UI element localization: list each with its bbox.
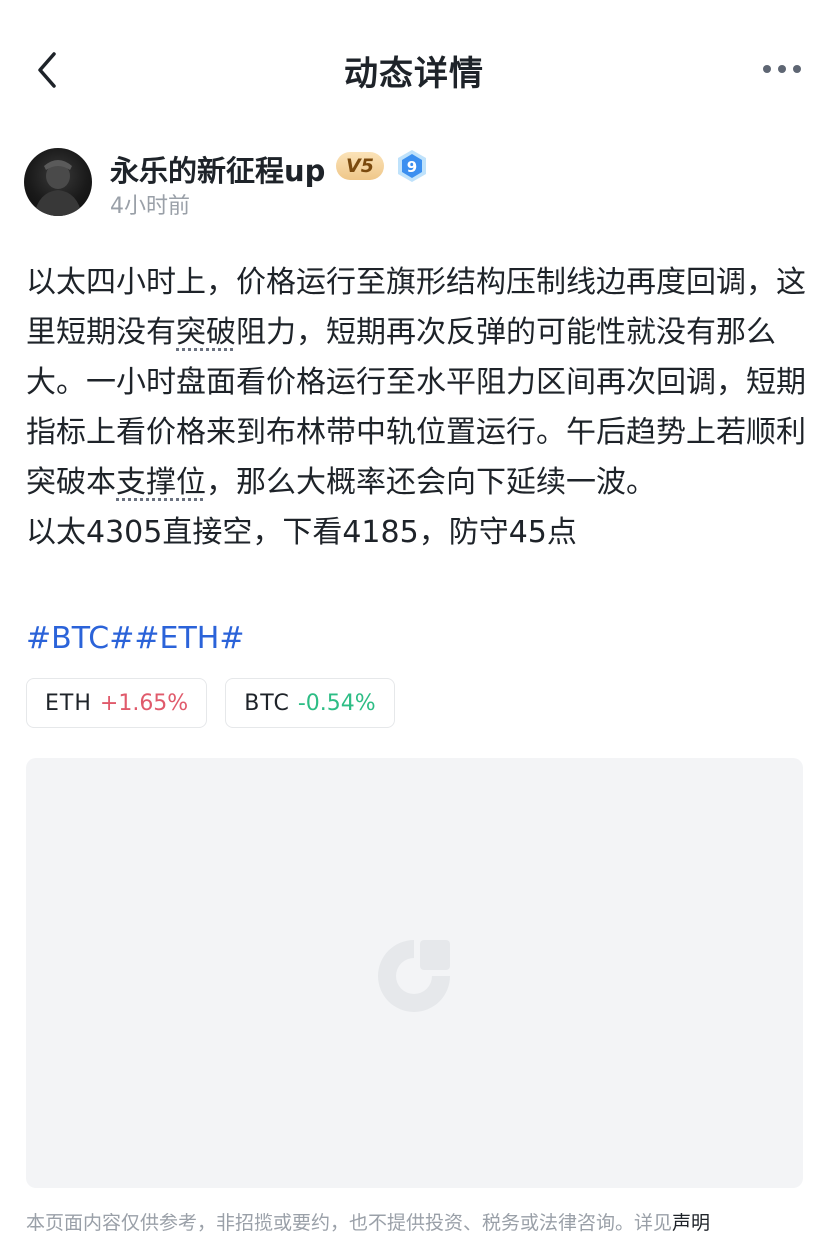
more-dots-icon [763,65,801,73]
coin-chip-eth[interactable]: ETH +1.65% [26,678,208,728]
disclaimer-text: 本页面内容仅供参考，非招揽或要约，也不提供投资、税务或法律咨询。详见 [26,1212,673,1234]
avatar-silhouette-icon [34,160,82,216]
author-name[interactable]: 永乐的新征程up [110,148,325,190]
hashtag-row: #BTC##ETH# [26,614,245,664]
vip-badge: V5 [336,152,384,180]
more-button[interactable] [762,56,802,82]
term-link-support[interactable]: 支撑位 [116,465,206,500]
nav-bar: 动态详情 [0,0,828,140]
page-title: 动态详情 [344,54,484,94]
post-image-placeholder[interactable] [26,758,803,1188]
post-detail-page: 动态详情 永乐的新征程up V5 9 4小时前 以太四小时上，价格运行至旗形结构… [0,0,828,1239]
disclaimer: 本页面内容仅供参考，非招揽或要约，也不提供投资、税务或法律咨询。详见声明 [26,1208,806,1235]
level-badge: 9 [396,149,428,183]
level-shield-icon: 9 [398,150,426,182]
coin-change: +1.65% [99,690,189,716]
post-content: 以太四小时上，价格运行至旗形结构压制线边再度回调，这里短期没有突破阻力，短期再次… [26,258,806,558]
post-text-segment: ，那么大概率还会向下延续一波。 [206,465,656,500]
hashtag-btc[interactable]: #BTC# [26,621,134,656]
coin-chip-btc[interactable]: BTC -0.54% [225,678,395,728]
coin-change: -0.54% [297,690,376,716]
author-row: 永乐的新征程up V5 9 4小时前 [24,148,804,219]
post-time: 4小时前 [110,194,190,219]
loading-spinner-icon [378,940,450,1012]
term-link-breakthrough[interactable]: 突破 [176,315,236,350]
coin-symbol: ETH [45,690,92,716]
coin-chips: ETH +1.65% BTC -0.54% [26,678,395,728]
coin-symbol: BTC [244,690,290,716]
hashtag-eth[interactable]: #ETH# [134,621,244,656]
post-paragraph: 以太四小时上，价格运行至旗形结构压制线边再度回调，这里短期没有突破阻力，短期再次… [26,258,806,508]
level-badge-text: 9 [407,158,417,176]
post-trade-line: 以太4305直接空，下看4185，防守45点 [26,515,577,550]
disclaimer-link[interactable]: 声明 [672,1212,710,1234]
avatar[interactable] [24,148,92,216]
